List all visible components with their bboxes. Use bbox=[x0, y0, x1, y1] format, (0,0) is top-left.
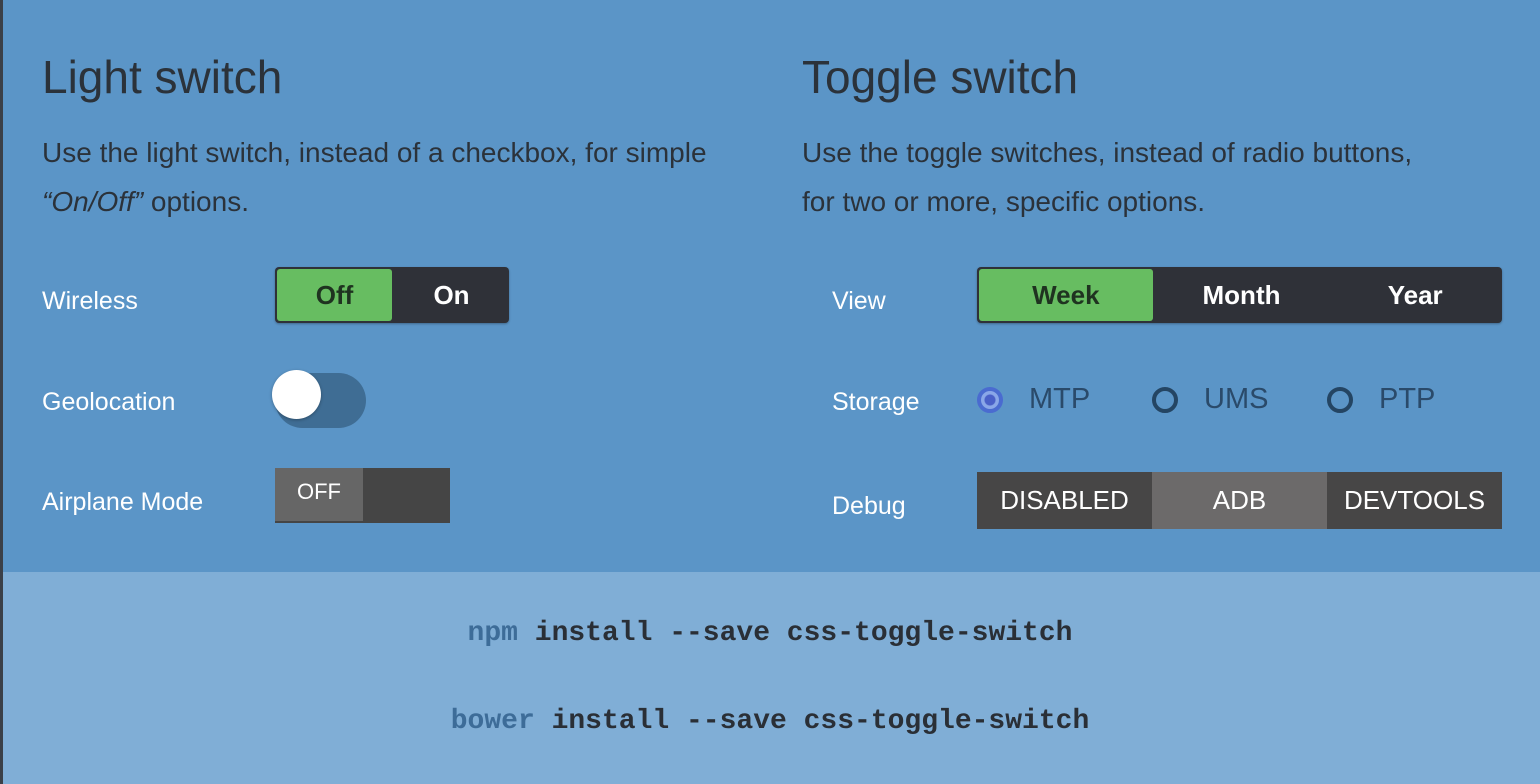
wireless-off-option[interactable]: Off bbox=[277, 269, 392, 321]
npm-install-command: npm install --save css-toggle-switch bbox=[0, 618, 1540, 649]
debug-disabled-option[interactable]: DISABLED bbox=[977, 472, 1152, 529]
view-switch[interactable]: Week Month Year bbox=[977, 267, 1502, 323]
wireless-on-option[interactable]: On bbox=[394, 267, 509, 323]
debug-label: Debug bbox=[832, 492, 906, 520]
view-year-option[interactable]: Year bbox=[1328, 267, 1502, 323]
bower-install-command: bower install --save css-toggle-switch bbox=[0, 706, 1540, 737]
desc-text: Use the light switch, instead of a check… bbox=[42, 137, 707, 168]
airplane-mode-switch[interactable]: OFF bbox=[275, 468, 450, 523]
package-manager: bower bbox=[450, 706, 535, 737]
geolocation-label: Geolocation bbox=[42, 388, 176, 416]
geolocation-toggle-knob[interactable] bbox=[272, 370, 321, 419]
airplane-mode-label: Airplane Mode bbox=[42, 488, 204, 516]
desc-text-end: options. bbox=[143, 186, 249, 217]
view-label: View bbox=[832, 287, 886, 315]
storage-radio-ums[interactable]: UMS bbox=[1152, 383, 1268, 416]
debug-adb-option[interactable]: ADB bbox=[1152, 472, 1327, 529]
radio-icon bbox=[1327, 386, 1353, 413]
install-section bbox=[0, 572, 1540, 784]
storage-radio-mtp[interactable]: MTP bbox=[977, 383, 1090, 416]
wireless-label: Wireless bbox=[42, 287, 138, 315]
storage-label: Storage bbox=[832, 388, 920, 416]
package-manager: npm bbox=[467, 618, 518, 649]
radio-selected-icon bbox=[977, 386, 1003, 413]
airplane-mode-state: OFF bbox=[275, 468, 363, 521]
light-switch-description: Use the light switch, instead of a check… bbox=[42, 128, 742, 226]
light-switch-title: Light switch bbox=[42, 51, 283, 103]
command-text: install --save css-toggle-switch bbox=[551, 706, 1090, 737]
desc-emphasis: “On/Off” bbox=[42, 186, 144, 217]
debug-devtools-option[interactable]: DEVTOOLS bbox=[1327, 472, 1502, 529]
radio-label: MTP bbox=[1029, 383, 1091, 415]
radio-label: PTP bbox=[1379, 383, 1436, 415]
toggle-switch-title: Toggle switch bbox=[802, 51, 1079, 103]
debug-switch[interactable]: DISABLED ADB DEVTOOLS bbox=[977, 472, 1502, 529]
radio-icon bbox=[1152, 386, 1178, 413]
radio-label: UMS bbox=[1204, 383, 1269, 415]
command-text: install --save css-toggle-switch bbox=[534, 618, 1073, 649]
wireless-switch[interactable]: Off On bbox=[275, 267, 509, 323]
view-month-option[interactable]: Month bbox=[1155, 267, 1329, 323]
toggle-switch-description: Use the toggle switches, instead of radi… bbox=[802, 137, 1413, 217]
view-week-option[interactable]: Week bbox=[979, 269, 1153, 321]
storage-radio-ptp[interactable]: PTP bbox=[1327, 383, 1435, 416]
